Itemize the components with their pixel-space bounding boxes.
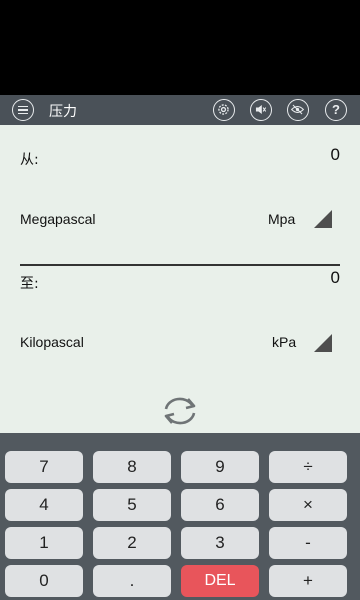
from-unit-abbr[interactable]: Mpa [268, 211, 295, 227]
key-divide[interactable]: ÷ [269, 451, 347, 483]
key-5[interactable]: 5 [93, 489, 171, 521]
key-7[interactable]: 7 [5, 451, 83, 483]
page-title: 压力 [49, 104, 77, 120]
key-1[interactable]: 1 [5, 527, 83, 559]
key-6[interactable]: 6 [181, 489, 259, 521]
key-add[interactable]: + [269, 565, 347, 597]
status-area [0, 0, 360, 95]
eye-off-icon[interactable] [287, 99, 309, 121]
to-value: 0 [330, 268, 340, 287]
to-label: 至: [20, 276, 39, 292]
app-bar: 压力 ? [0, 95, 360, 125]
from-unit-dropdown-icon[interactable] [314, 210, 332, 228]
from-unit-name[interactable]: Megapascal [20, 211, 96, 227]
help-icon[interactable]: ? [325, 99, 347, 121]
key-9[interactable]: 9 [181, 451, 259, 483]
key-4[interactable]: 4 [5, 489, 83, 521]
settings-icon[interactable] [213, 99, 235, 121]
from-value[interactable]: 0 [331, 145, 340, 165]
divider [20, 264, 340, 266]
keypad: 7 8 9 ÷ 4 5 6 × 1 2 3 - 0 . DEL + [0, 433, 360, 600]
key-subtract[interactable]: - [269, 527, 347, 559]
key-decimal[interactable]: . [93, 565, 171, 597]
to-unit-abbr[interactable]: kPa [272, 334, 296, 350]
to-unit-dropdown-icon[interactable] [314, 334, 332, 352]
key-delete[interactable]: DEL [181, 565, 259, 597]
converter-panel: 从: 0 Megapascal Mpa 至: 0 Kilopascal kPa [0, 125, 360, 433]
key-2[interactable]: 2 [93, 527, 171, 559]
key-0[interactable]: 0 [5, 565, 83, 597]
sound-off-icon[interactable] [250, 99, 272, 121]
key-multiply[interactable]: × [269, 489, 347, 521]
from-label: 从: [20, 152, 39, 168]
key-8[interactable]: 8 [93, 451, 171, 483]
swap-icon[interactable] [160, 395, 200, 427]
key-3[interactable]: 3 [181, 527, 259, 559]
to-unit-name[interactable]: Kilopascal [20, 334, 84, 350]
menu-icon[interactable] [12, 99, 34, 121]
